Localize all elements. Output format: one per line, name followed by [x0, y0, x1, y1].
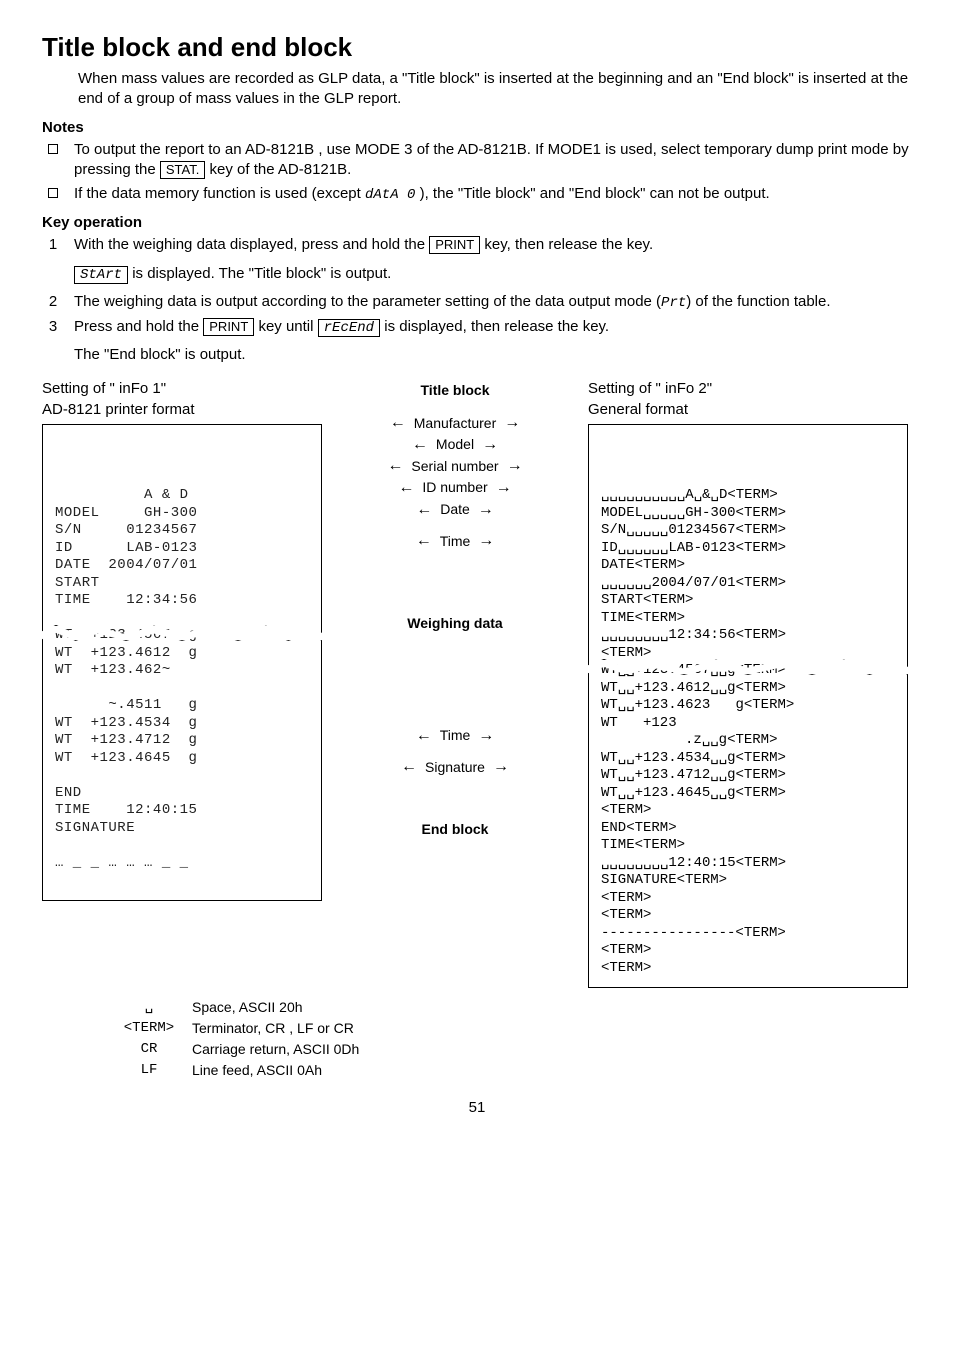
- step-number: 1: [42, 235, 64, 255]
- diagram: Setting of " inFo 1" AD-8121 printer for…: [42, 379, 912, 988]
- step-subline: The "End block" is output.: [74, 345, 912, 365]
- weighing-data-label: Weighing data: [330, 614, 580, 633]
- start-key: StArt: [74, 266, 128, 284]
- right-setting-label: Setting of " inFo 2" General format: [588, 379, 908, 420]
- step-subline: StArt is displayed. The "Title block" is…: [74, 264, 912, 284]
- note-item: To output the report to an AD-8121B , us…: [42, 140, 912, 181]
- print-key: PRINT: [429, 236, 480, 254]
- keyop-list: 2 The weighing data is output according …: [42, 292, 912, 337]
- keyop-heading: Key operation: [42, 213, 912, 233]
- right-printout: ␣␣␣␣␣␣␣␣␣␣A␣&␣D<TERM>MODEL␣␣␣␣␣GH-300<TE…: [588, 424, 908, 989]
- end-block-label: End block: [330, 820, 580, 839]
- lf-desc: Line feed, ASCII 0Ah: [192, 1061, 322, 1080]
- step-text: key until: [258, 318, 317, 335]
- stat-key: STAT.: [160, 161, 205, 179]
- step-number: 3: [42, 317, 64, 337]
- step-text: Press and hold the: [74, 318, 203, 335]
- note-text: key of the AD-8121B.: [210, 161, 352, 178]
- note-item: If the data memory function is used (exc…: [42, 184, 912, 205]
- step-text: key, then release the key.: [484, 236, 653, 253]
- manufacturer-label: Manufacturer: [330, 412, 580, 434]
- segment-text: Prt: [661, 295, 686, 311]
- segment-text: dAtA 0: [365, 187, 415, 203]
- step-text: ) of the function table.: [686, 293, 830, 310]
- step-text: With the weighing data displayed, press …: [74, 236, 429, 253]
- keyop-item: 2 The weighing data is output according …: [42, 292, 912, 313]
- step-text: is displayed. The "Title block" is outpu…: [132, 265, 391, 282]
- legend: ␣ Space, ASCII 20h <TERM> Terminator, CR…: [122, 998, 912, 1080]
- id-label: ID number: [330, 477, 580, 499]
- left-printout: A & DMODEL GH-300S/N 01234567ID LAB-0123…: [42, 424, 322, 901]
- left-setting-label: Setting of " inFo 1" AD-8121 printer for…: [42, 379, 322, 420]
- time2-label: Time: [330, 725, 580, 747]
- note-text: If the data memory function is used (exc…: [74, 185, 365, 202]
- cr-desc: Carriage return, ASCII 0Dh: [192, 1040, 359, 1059]
- lf-symbol: LF: [122, 1061, 176, 1080]
- term-symbol: <TERM>: [122, 1019, 176, 1038]
- title-block-label: Title block: [330, 381, 580, 400]
- serial-label: Serial number: [330, 455, 580, 477]
- note-text: ), the "Title block" and "End block" can…: [420, 185, 770, 202]
- keyop-item: 1 With the weighing data displayed, pres…: [42, 235, 912, 255]
- page-number: 51: [42, 1098, 912, 1118]
- date-label: Date: [330, 499, 580, 521]
- keyop-list: 1 With the weighing data displayed, pres…: [42, 235, 912, 255]
- notes-heading: Notes: [42, 118, 912, 138]
- term-desc: Terminator, CR , LF or CR: [192, 1019, 354, 1038]
- notes-list: To output the report to an AD-8121B , us…: [42, 140, 912, 205]
- bullet-icon: [42, 140, 64, 181]
- intro-text: When mass values are recorded as GLP dat…: [78, 69, 912, 110]
- model-label: Model: [330, 434, 580, 456]
- recend-key: rEcEnd: [318, 319, 380, 337]
- step-text: The weighing data is output according to…: [74, 293, 661, 310]
- middle-annotations: Title block Manufacturer Model Serial nu…: [330, 379, 580, 840]
- keyop-item: 3 Press and hold the PRINT key until rEc…: [42, 317, 912, 337]
- cr-symbol: CR: [122, 1040, 176, 1059]
- step-text: is displayed, then release the key.: [384, 318, 609, 335]
- signature-label: Signature: [330, 756, 580, 778]
- page-title: Title block and end block: [42, 30, 912, 65]
- print-key: PRINT: [203, 318, 254, 336]
- time-label: Time: [330, 530, 580, 552]
- space-symbol: ␣: [122, 998, 176, 1017]
- space-desc: Space, ASCII 20h: [192, 998, 303, 1017]
- bullet-icon: [42, 184, 64, 205]
- step-number: 2: [42, 292, 64, 313]
